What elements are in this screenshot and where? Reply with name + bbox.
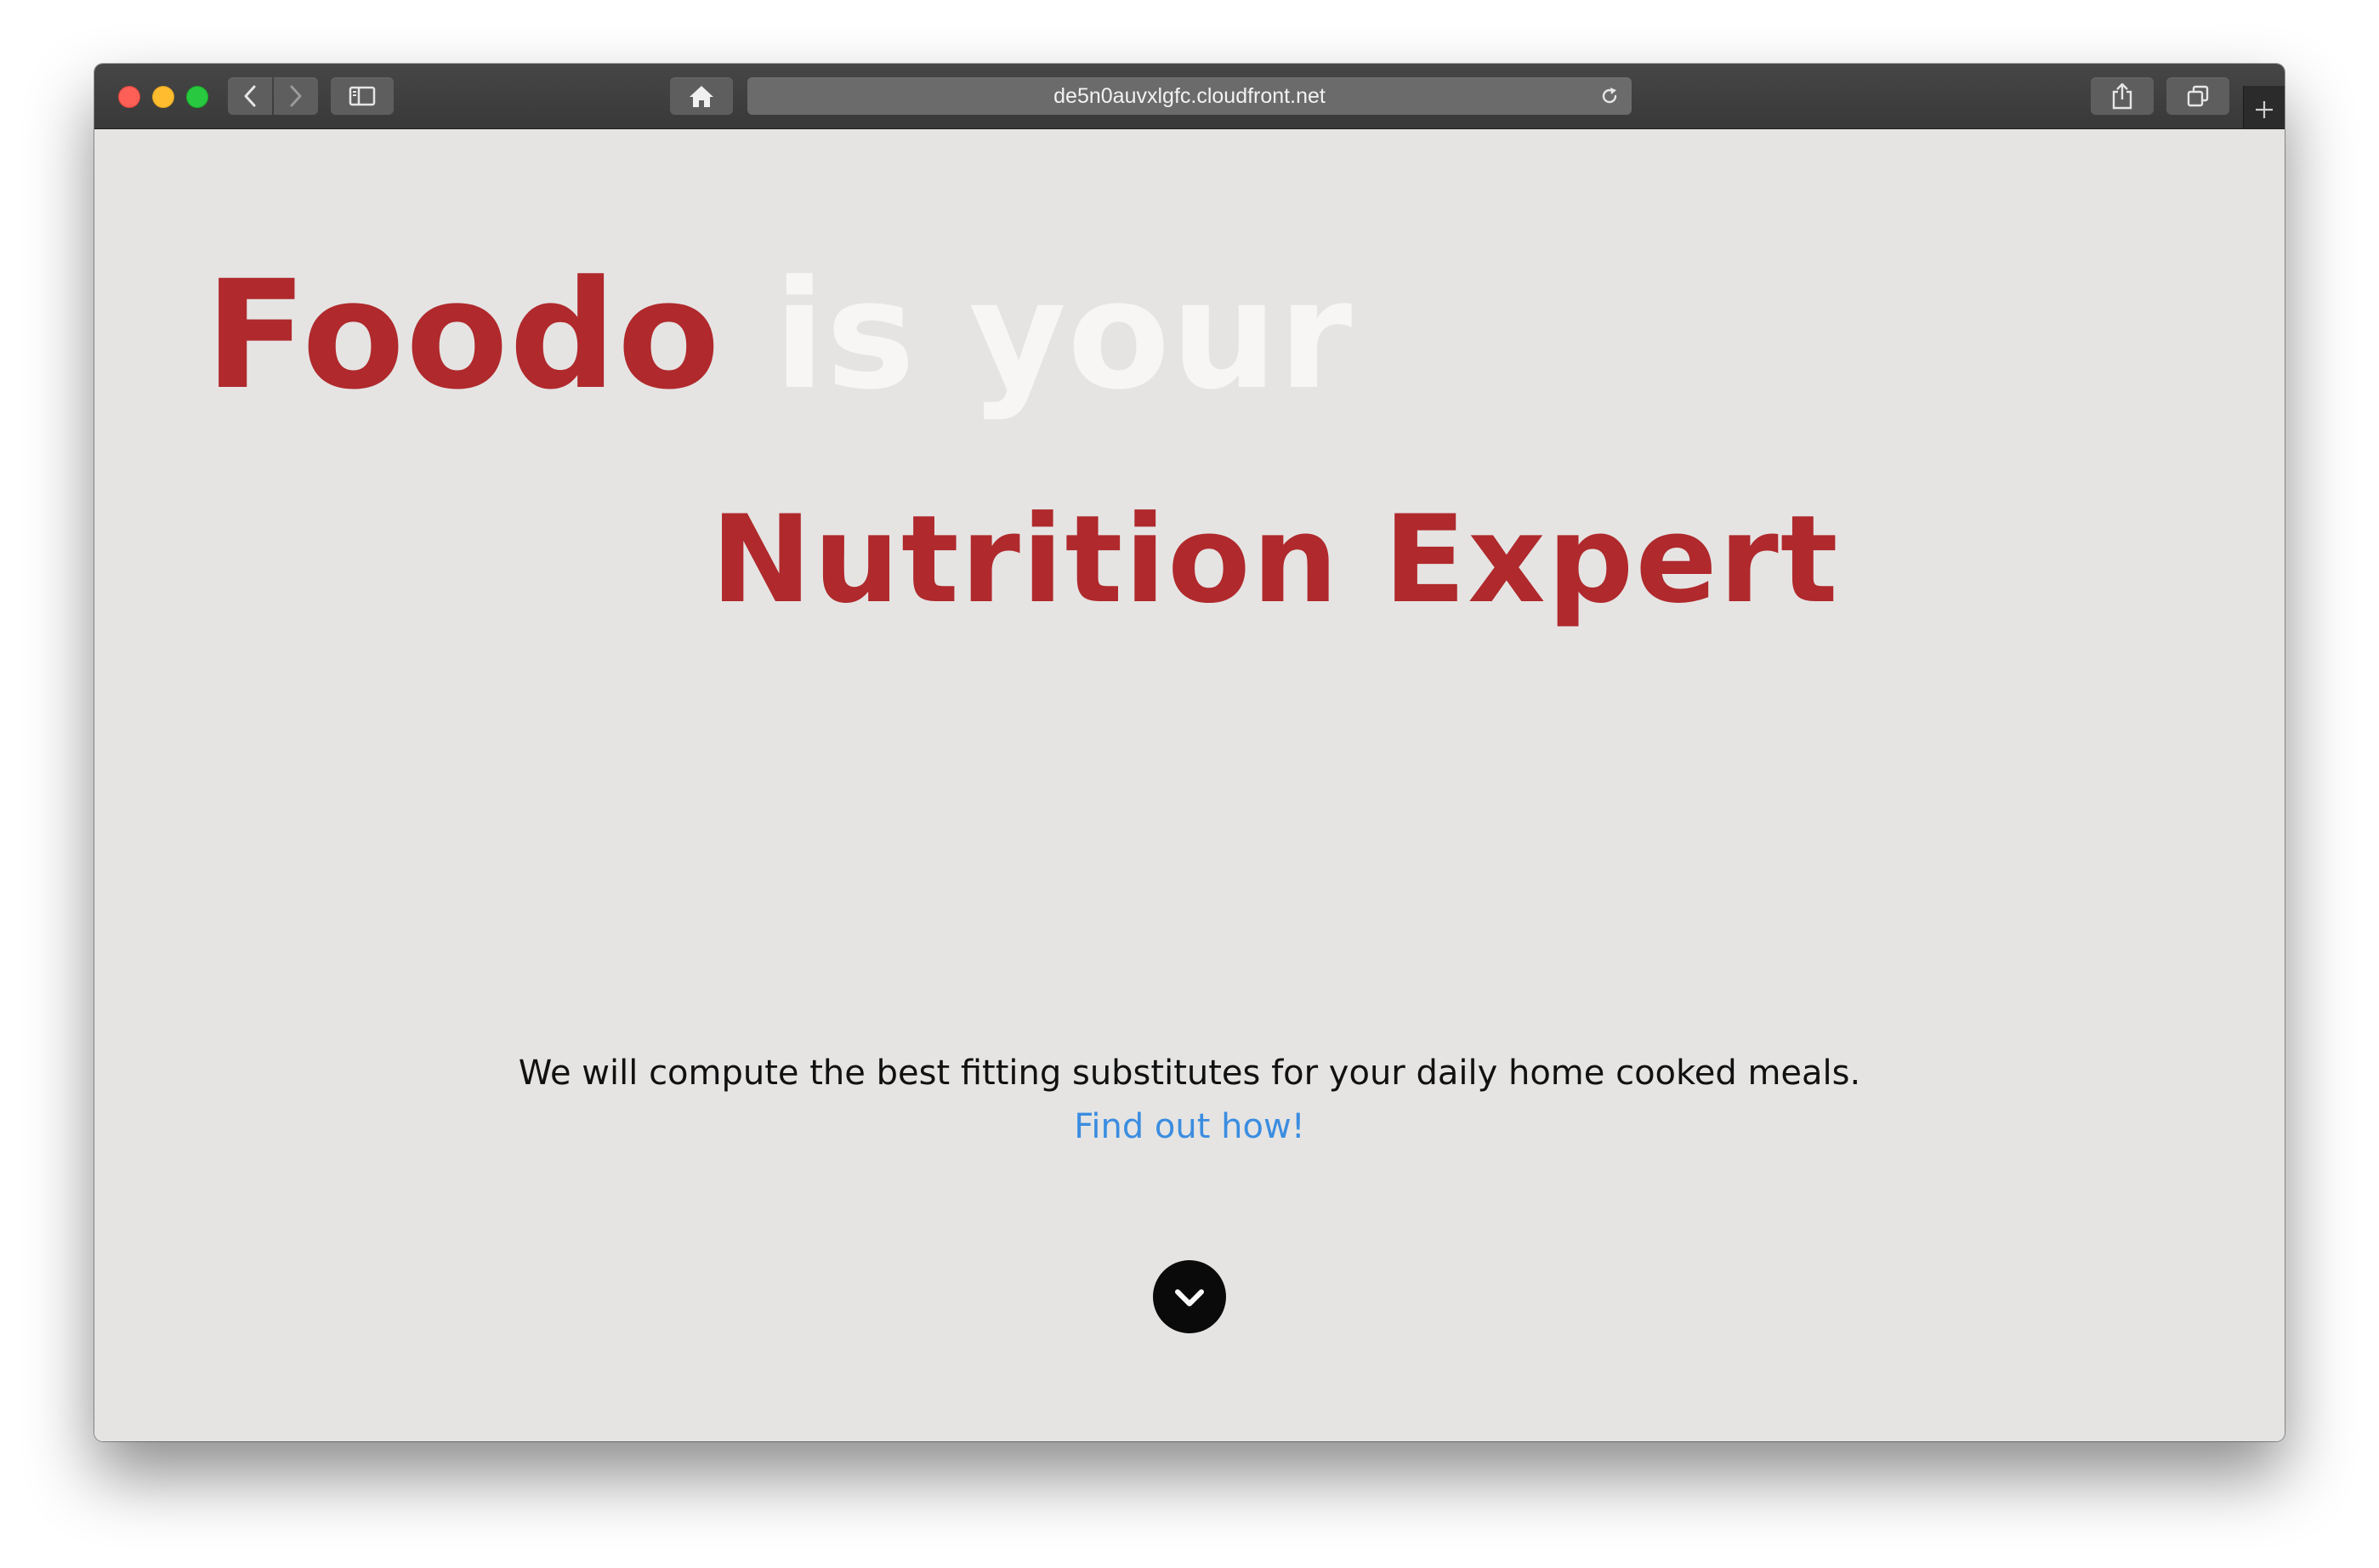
home-button[interactable] <box>670 77 733 115</box>
plus-icon <box>2256 100 2273 118</box>
scroll-down-button[interactable] <box>1153 1260 1226 1333</box>
url-text: de5n0auvxlgfc.cloudfront.net <box>1053 84 1326 108</box>
browser-toolbar: de5n0auvxlgfc.cloudfront.net <box>94 64 2285 129</box>
tab-overview-button[interactable] <box>2166 77 2229 115</box>
hero-subheading: Nutrition Expert <box>711 490 1840 630</box>
sidebar-toggle-button[interactable] <box>331 77 394 115</box>
address-bar[interactable]: de5n0auvxlgfc.cloudfront.net <box>747 77 1632 115</box>
forward-button[interactable] <box>274 77 318 115</box>
tabs-overview-icon <box>2187 85 2209 107</box>
chevron-down-icon <box>1175 1289 1204 1307</box>
brand-name: Foodo <box>205 248 721 423</box>
chevron-right-icon <box>290 85 302 107</box>
share-icon <box>2112 82 2132 110</box>
browser-window: de5n0auvxlgfc.cloudfront.net Foodo is yo… <box>94 64 2285 1441</box>
share-button[interactable] <box>2091 77 2154 115</box>
reload-icon[interactable] <box>1599 86 1620 106</box>
back-button[interactable] <box>228 77 272 115</box>
tagline: We will compute the best fitting substit… <box>518 1054 1861 1093</box>
chevron-left-icon <box>244 85 256 107</box>
maximize-window-button[interactable] <box>186 86 208 108</box>
close-window-button[interactable] <box>118 86 140 108</box>
new-tab-button[interactable] <box>2243 86 2285 128</box>
hero-heading: Foodo is your <box>205 251 1353 421</box>
minimize-window-button[interactable] <box>152 86 174 108</box>
hero-heading-text: is your <box>720 248 1354 423</box>
find-out-how-link[interactable]: Find out how! <box>94 1101 2285 1152</box>
home-icon <box>690 86 713 107</box>
sidebar-icon <box>349 86 376 106</box>
page-content: Foodo is your Nutrition Expert We will c… <box>94 129 2285 1441</box>
